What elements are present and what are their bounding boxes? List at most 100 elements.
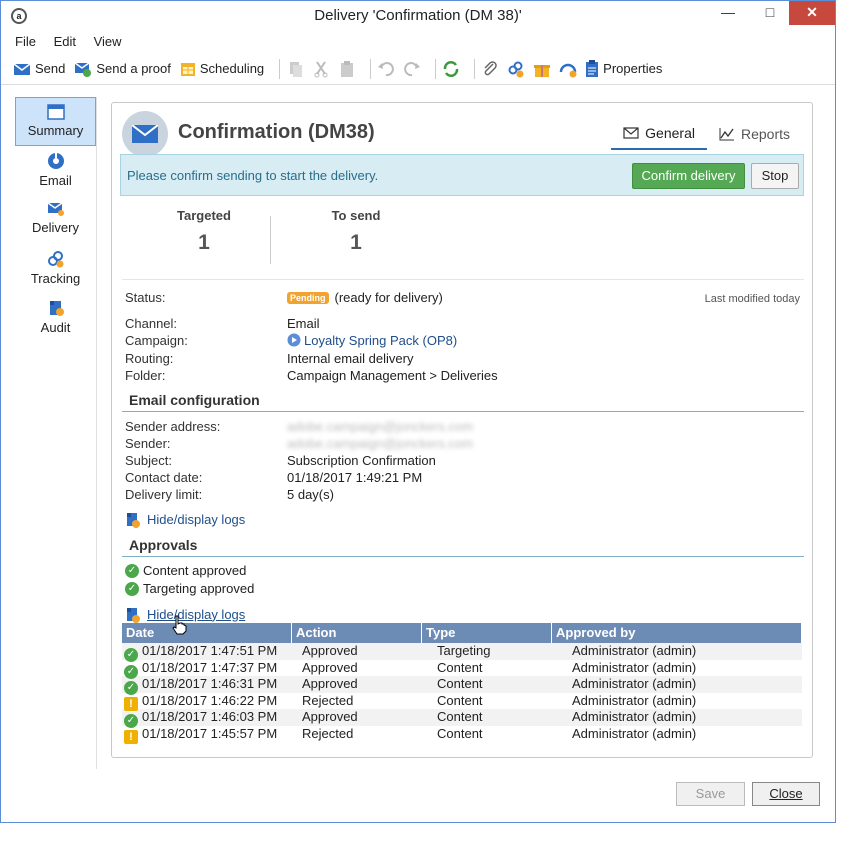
send-proof-label: Send a proof (96, 61, 171, 76)
status-badge: Pending (287, 292, 329, 304)
title-bar: a Delivery 'Confirmation (DM 38)' — □ ✕ (1, 1, 835, 33)
email-config-heading: Email configuration (122, 392, 804, 412)
sidebar-item-audit[interactable]: Audit (15, 293, 96, 342)
cell-type: Content (437, 692, 483, 708)
approval-logs-link[interactable]: Hide/display logs (147, 607, 245, 622)
stats-divider (270, 216, 271, 264)
delivery-envelope-icon (122, 111, 168, 157)
campaign-value: Loyalty Spring Pack (OP8) (287, 333, 457, 348)
paste-icon[interactable] (338, 60, 356, 78)
contact-date-value: 01/18/2017 1:49:21 PM (287, 470, 423, 485)
undo-icon[interactable] (377, 60, 395, 78)
line-chart-icon (719, 128, 734, 141)
status-label: Status: (125, 290, 166, 305)
column-approved-by[interactable]: Approved by (552, 623, 802, 643)
cell-date: ! 01/18/2017 1:46:22 PM (122, 693, 292, 711)
email-icon (47, 153, 64, 169)
to-send-label: To send (331, 208, 381, 223)
cell-action: Rejected (302, 725, 354, 741)
cell-action: Approved (302, 676, 358, 691)
last-modified: Last modified today (704, 293, 800, 305)
email-logs-toggle[interactable]: Hide/display logs (125, 510, 245, 528)
warning-icon: ! (124, 729, 138, 744)
table-row[interactable]: ✓ 01/18/2017 1:47:37 PM Approved Content Adm… (122, 659, 802, 679)
cut-icon[interactable] (312, 60, 330, 78)
tracking-gauge-icon[interactable] (559, 60, 577, 78)
column-type[interactable]: Type (422, 623, 552, 643)
cell-action: Approved (302, 659, 358, 675)
scheduling-button[interactable]: Scheduling (180, 61, 264, 77)
confirm-delivery-button[interactable]: Confirm delivery (632, 163, 745, 189)
cell-type: Content (437, 709, 483, 724)
tab-reports-label: Reports (740, 126, 790, 142)
folder-label: Folder: (125, 368, 166, 383)
status-text: (ready for delivery) (334, 290, 443, 305)
send-button[interactable]: Send (13, 61, 65, 76)
campaign-link[interactable]: Loyalty Spring Pack (OP8) (304, 333, 457, 348)
window-close-button[interactable]: ✕ (789, 1, 835, 25)
calendar-icon (180, 62, 195, 76)
delivery-icon (47, 202, 64, 216)
cell-date: ✓ 01/18/2017 1:46:03 PM (122, 709, 292, 728)
sidebar-item-email[interactable]: Email (15, 146, 96, 195)
attachment-icon[interactable] (481, 60, 499, 78)
targeted-value: 1 (198, 231, 210, 254)
copy-icon[interactable] (286, 60, 304, 78)
properties-button[interactable]: Properties (585, 60, 662, 77)
cell-approved-by: Administrator (admin) (572, 659, 697, 675)
properties-label: Properties (603, 61, 663, 76)
menu-view[interactable]: View (94, 34, 122, 49)
window-title: Delivery 'Confirmation (DM 38)' (314, 7, 522, 24)
save-button[interactable]: Save (676, 782, 745, 806)
tab-general[interactable]: General (611, 121, 707, 150)
table-row[interactable]: ✓ 01/18/2017 1:46:31 PM Approved Content Adm… (122, 676, 802, 695)
confirmation-banner: Please confirm sending to start the deli… (120, 154, 804, 196)
subject-label: Subject: (125, 453, 172, 468)
envelope-outline-icon (623, 127, 639, 139)
send-proof-button[interactable]: Send a proof (74, 61, 171, 77)
campaign-play-icon (287, 333, 301, 347)
content-approved-line: ✓ Content approved (125, 563, 246, 578)
contact-date-label: Contact date: (125, 470, 203, 485)
menu-file[interactable]: File (15, 34, 36, 49)
column-date[interactable]: Date (122, 623, 292, 643)
delivery-limit-label: Delivery limit: (125, 487, 203, 502)
sidebar-item-summary[interactable]: Summary (15, 97, 96, 146)
link-icon[interactable] (507, 60, 525, 78)
menu-edit[interactable]: Edit (54, 34, 76, 49)
cell-date: ✓ 01/18/2017 1:46:31 PM (122, 676, 292, 695)
sidebar-item-label: Delivery (32, 220, 79, 235)
sender-address-value: adobe.campaign@jonckers.com (287, 419, 473, 434)
refresh-icon[interactable] (442, 60, 460, 78)
redo-icon[interactable] (403, 60, 421, 78)
summary-panel: Confirmation (DM38) General Reports Plea… (111, 102, 813, 758)
table-row[interactable]: ✓ 01/18/2017 1:47:51 PM Approved Targeting A… (122, 643, 802, 662)
toolbar-separator (279, 58, 281, 79)
minimize-button[interactable]: — (713, 1, 743, 25)
tab-general-label: General (645, 125, 695, 141)
clipboard-icon (586, 60, 599, 77)
folder-value: Campaign Management > Deliveries (287, 368, 498, 383)
delivery-window: a Delivery 'Confirmation (DM 38)' — □ ✕ … (0, 0, 836, 823)
cell-approved-by: Administrator (admin) (572, 725, 697, 741)
send-label: Send (35, 61, 66, 76)
tab-reports[interactable]: Reports (707, 121, 802, 150)
cell-approved-by: Administrator (admin) (572, 643, 697, 658)
log-icon (127, 608, 140, 623)
table-row[interactable]: ! 01/18/2017 1:45:57 PM Rejected Content Adm… (122, 725, 802, 744)
email-logs-link[interactable]: Hide/display logs (147, 512, 245, 527)
maximize-button[interactable]: □ (755, 1, 785, 25)
close-button[interactable]: Close (752, 782, 820, 806)
cell-action: Approved (302, 709, 358, 724)
table-row[interactable]: ! 01/18/2017 1:46:22 PM Rejected Content Adm… (122, 692, 802, 711)
gift-icon[interactable] (533, 60, 551, 78)
stop-button[interactable]: Stop (751, 163, 799, 189)
table-row[interactable]: ✓ 01/18/2017 1:46:03 PM Approved Content Adm… (122, 709, 802, 728)
delivery-stats: Targeted 1 To send 1 (122, 204, 804, 280)
app-icon: a (11, 8, 27, 24)
sidebar-item-delivery[interactable]: Delivery (15, 195, 96, 244)
cell-type: Targeting (437, 643, 491, 658)
column-action[interactable]: Action (292, 623, 422, 643)
sidebar-item-tracking[interactable]: Tracking (15, 244, 96, 293)
channel-label: Channel: (125, 316, 178, 331)
